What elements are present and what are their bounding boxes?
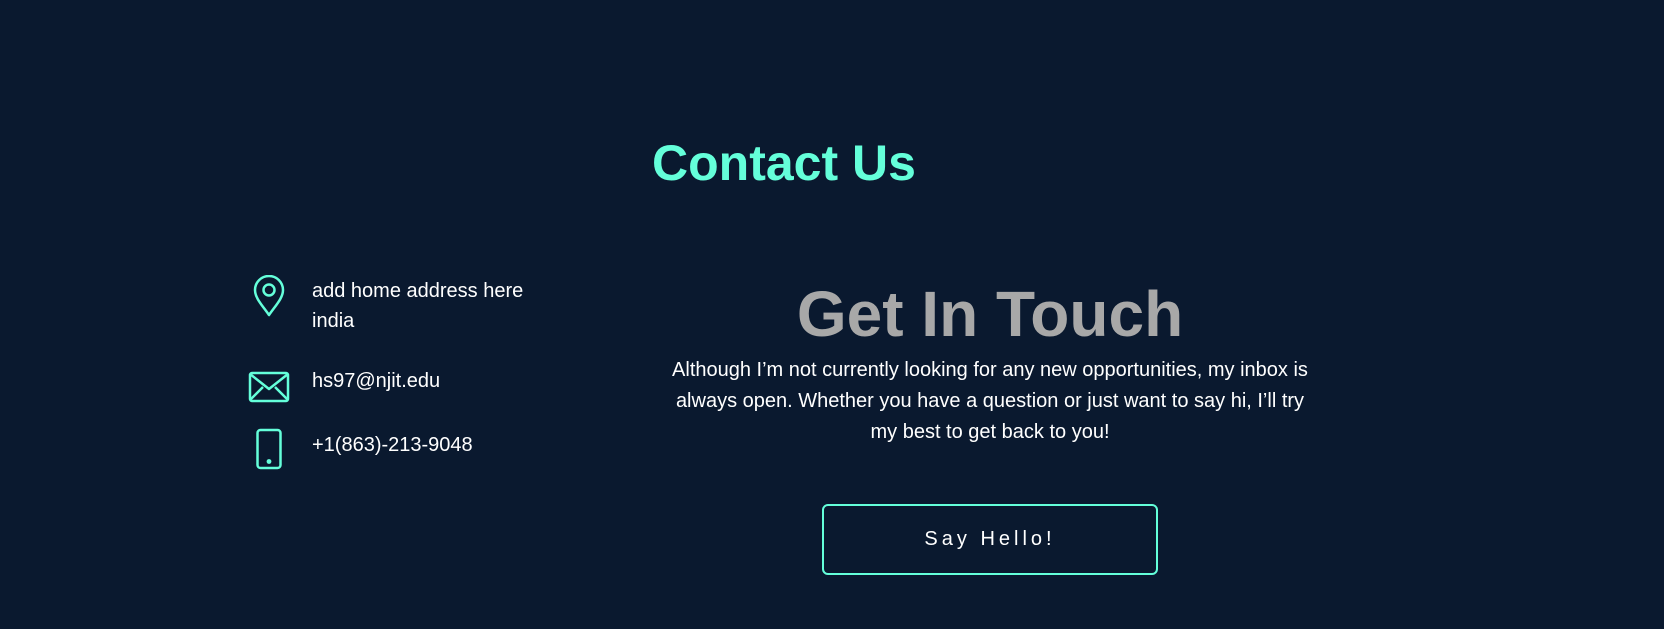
email-link[interactable]: hs97@njit.edu [312, 366, 440, 396]
get-in-touch-section: Get In Touch Although I’m not currently … [654, 276, 1326, 448]
envelope-icon [248, 366, 290, 408]
contact-address: add home address here india [248, 275, 523, 336]
get-in-touch-text: Although I’m not currently looking for a… [672, 359, 1308, 443]
contact-phone: +1(863)-213-9048 [248, 428, 473, 470]
phone-link[interactable]: +1(863)-213-9048 [312, 430, 473, 460]
say-hello-button[interactable]: Say Hello! [822, 504, 1158, 575]
phone-icon [248, 428, 290, 470]
map-pin-icon [248, 275, 290, 317]
address-text: add home address here india [312, 276, 523, 336]
address-line1: add home address here [312, 280, 524, 302]
get-in-touch-heading: Get In Touch [796, 278, 1184, 350]
page-title: Contact Us [652, 135, 916, 191]
address-line2: india [312, 310, 355, 332]
contact-email: hs97@njit.edu [248, 366, 440, 408]
